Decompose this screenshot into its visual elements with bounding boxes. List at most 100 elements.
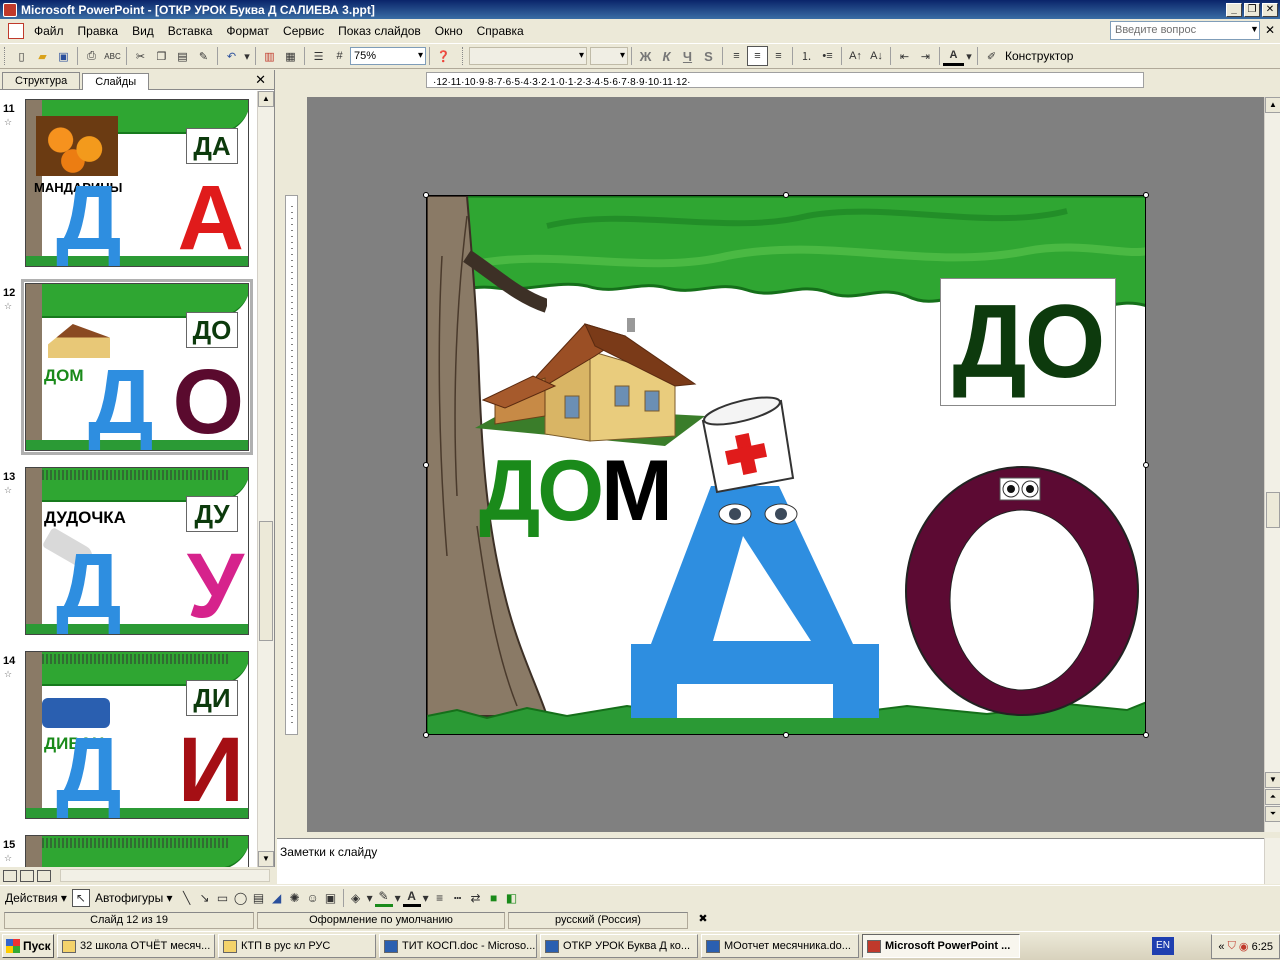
- font-size-select[interactable]: [590, 47, 628, 65]
- shadow-style-icon[interactable]: ■: [485, 889, 503, 907]
- menu-help[interactable]: Справка: [471, 24, 532, 38]
- arrow-style-icon[interactable]: ⇄: [467, 889, 485, 907]
- chart-icon[interactable]: ▥: [259, 46, 280, 66]
- powerpoint-app-icon[interactable]: [3, 2, 17, 17]
- tab-outline[interactable]: Структура: [2, 72, 81, 89]
- tray-expand-icon[interactable]: «: [1218, 941, 1224, 953]
- 3d-style-icon[interactable]: ◧: [503, 889, 521, 907]
- scroll-up-icon[interactable]: ▲: [258, 91, 274, 107]
- italic-icon[interactable]: К: [656, 46, 677, 66]
- help-icon[interactable]: ❓: [433, 46, 454, 66]
- slide-thumbnail[interactable]: [25, 835, 249, 867]
- shield-icon[interactable]: ⛉: [1228, 940, 1236, 953]
- menu-insert[interactable]: Вставка: [162, 24, 221, 38]
- fill-color-icon[interactable]: ◈: [347, 889, 365, 907]
- designer-button[interactable]: Конструктор: [1005, 49, 1073, 63]
- scroll-thumb[interactable]: [259, 521, 273, 641]
- decrease-font-icon[interactable]: A↓: [866, 46, 887, 66]
- slide-thumbnail[interactable]: ДИ ДИВАН Д И: [25, 651, 249, 819]
- bold-icon[interactable]: Ж: [635, 46, 656, 66]
- diagram-icon[interactable]: ✺: [286, 889, 304, 907]
- resize-handle[interactable]: [783, 192, 789, 198]
- ask-question-input[interactable]: Введите вопрос: [1110, 21, 1260, 40]
- line-icon[interactable]: ╲: [178, 889, 196, 907]
- wordart-icon[interactable]: ◢: [268, 889, 286, 907]
- slide-thumbnail[interactable]: ДО ДОМ Д О: [21, 279, 253, 455]
- textbox-icon[interactable]: ▤: [250, 889, 268, 907]
- menu-format[interactable]: Формат: [220, 24, 277, 38]
- line-color-dropdown-icon[interactable]: ▾: [393, 889, 403, 907]
- oval-icon[interactable]: ◯: [232, 889, 250, 907]
- arrow-icon[interactable]: ↘: [196, 889, 214, 907]
- spelling-icon[interactable]: ABC: [102, 46, 123, 66]
- horizontal-scrollbar[interactable]: [60, 869, 270, 882]
- previous-slide-icon[interactable]: ⏶: [1265, 789, 1280, 805]
- print-icon[interactable]: ⎙: [81, 46, 102, 66]
- menu-slideshow[interactable]: Показ слайдов: [332, 24, 429, 38]
- minimize-button[interactable]: _: [1226, 2, 1242, 17]
- align-left-icon[interactable]: ≡: [726, 46, 747, 66]
- align-right-icon[interactable]: ≡: [768, 46, 789, 66]
- bullets-icon[interactable]: •≡: [817, 46, 838, 66]
- normal-view-icon[interactable]: [3, 869, 17, 882]
- dash-style-icon[interactable]: ┅: [449, 889, 467, 907]
- slide-thumbnail[interactable]: ДА МАНДАРИНЫ Д А: [25, 99, 249, 267]
- shadow-icon[interactable]: S: [698, 46, 719, 66]
- taskbar-item-active[interactable]: Microsoft PowerPoint ...: [862, 934, 1020, 958]
- toolbar-grip[interactable]: [462, 47, 465, 65]
- syllable-box[interactable]: ДО: [940, 278, 1116, 406]
- language-indicator[interactable]: EN: [1152, 937, 1174, 955]
- close-document-icon[interactable]: ✕: [1265, 23, 1275, 37]
- tab-slides[interactable]: Слайды: [82, 73, 150, 90]
- scroll-up-icon[interactable]: ▲: [1265, 97, 1280, 113]
- start-button[interactable]: Пуск: [2, 934, 54, 958]
- clipart-icon[interactable]: ☺: [304, 889, 322, 907]
- taskbar-item[interactable]: ТИТ КОСП.doc - Microso...: [379, 934, 537, 958]
- format-painter-icon[interactable]: ✎: [193, 46, 214, 66]
- spelling-status-icon[interactable]: ✖: [691, 912, 715, 929]
- increase-indent-icon[interactable]: ⇥: [915, 46, 936, 66]
- notes-scrollbar[interactable]: [1264, 838, 1280, 884]
- menu-window[interactable]: Окно: [429, 24, 471, 38]
- new-icon[interactable]: ▯: [11, 46, 32, 66]
- letter-o-character[interactable]: [903, 464, 1141, 718]
- font-name-select[interactable]: [469, 47, 587, 65]
- paste-icon[interactable]: ▤: [172, 46, 193, 66]
- select-pointer-icon[interactable]: ↖: [71, 888, 90, 907]
- scroll-thumb[interactable]: [1266, 492, 1280, 528]
- resize-handle[interactable]: [423, 192, 429, 198]
- copy-icon[interactable]: ❐: [151, 46, 172, 66]
- thumbnails-scrollbar[interactable]: ▲ ▼: [257, 91, 274, 867]
- resize-handle[interactable]: [423, 732, 429, 738]
- scroll-down-icon[interactable]: ▼: [258, 851, 274, 867]
- menu-file[interactable]: Файл: [28, 24, 72, 38]
- line-style-icon[interactable]: ≡: [431, 889, 449, 907]
- taskbar-item[interactable]: КТП в рус кл РУС: [218, 934, 376, 958]
- resize-handle[interactable]: [1143, 192, 1149, 198]
- designer-icon[interactable]: ✐: [981, 46, 1002, 66]
- menu-tools[interactable]: Сервис: [277, 24, 332, 38]
- cut-icon[interactable]: ✂: [130, 46, 151, 66]
- resize-handle[interactable]: [783, 732, 789, 738]
- resize-handle[interactable]: [1143, 732, 1149, 738]
- clock[interactable]: 6:25: [1252, 941, 1273, 953]
- resize-handle[interactable]: [423, 462, 429, 468]
- menu-view[interactable]: Вид: [126, 24, 162, 38]
- undo-dropdown-icon[interactable]: ▾: [242, 46, 252, 66]
- close-icon[interactable]: ✕: [255, 72, 266, 88]
- grid-icon[interactable]: #: [329, 46, 350, 66]
- font-color-dropdown-icon[interactable]: ▾: [421, 889, 431, 907]
- font-color-dropdown-icon[interactable]: ▾: [964, 46, 974, 66]
- taskbar-item[interactable]: 32 школа ОТЧЁТ месяч...: [57, 934, 215, 958]
- slide-scrollbar[interactable]: ▲ ▼ ⏶ ⏷: [1264, 97, 1280, 832]
- open-icon[interactable]: ▰: [32, 46, 53, 66]
- notes-pane[interactable]: Заметки к слайду: [277, 838, 1265, 884]
- vertical-ruler[interactable]: [285, 195, 298, 735]
- increase-font-icon[interactable]: A↑: [845, 46, 866, 66]
- underline-icon[interactable]: Ч: [677, 46, 698, 66]
- font-color-icon[interactable]: A: [943, 46, 964, 66]
- current-slide[interactable]: ДО ДОМ: [426, 195, 1146, 735]
- taskbar-item[interactable]: ОТКР УРОК Буква Д ко...: [540, 934, 698, 958]
- scroll-down-icon[interactable]: ▼: [1265, 772, 1280, 788]
- picture-icon[interactable]: ▣: [322, 889, 340, 907]
